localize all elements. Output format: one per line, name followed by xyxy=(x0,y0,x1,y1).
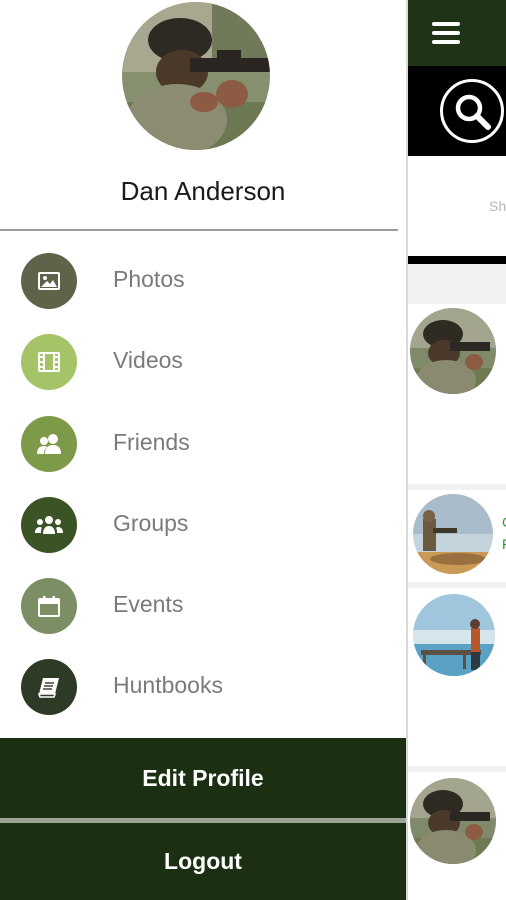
background-feed: Sh xyxy=(408,0,506,900)
post-avatar xyxy=(410,308,496,394)
book-icon xyxy=(21,659,77,716)
menu-item-photos[interactable]: Photos xyxy=(0,240,406,321)
drawer-menu: Photos Videos Friends Groups Events Hunt… xyxy=(0,240,406,728)
menu-item-label: Videos xyxy=(113,347,183,374)
groups-icon xyxy=(21,496,77,553)
edit-profile-button[interactable]: Edit Profile xyxy=(0,738,406,818)
menu-item-label: Photos xyxy=(113,266,185,292)
menu-item-huntbooks[interactable]: Huntbooks xyxy=(0,646,406,727)
profile-divider xyxy=(0,229,398,231)
menu-item-label: Huntbooks xyxy=(113,672,223,699)
photo-icon xyxy=(21,253,77,309)
hamburger-menu-icon[interactable] xyxy=(432,22,460,44)
feed-post[interactable]: C F xyxy=(408,490,506,582)
post-link-fragment[interactable]: F xyxy=(502,536,506,552)
profile-name: Dan Anderson xyxy=(120,176,286,206)
search-icon[interactable] xyxy=(440,79,504,143)
search-bar xyxy=(408,66,506,156)
logout-button[interactable]: Logout xyxy=(0,823,406,900)
film-icon xyxy=(21,334,77,391)
post-link-fragment[interactable]: C xyxy=(502,514,506,530)
menu-item-friends[interactable]: Friends xyxy=(0,403,406,484)
menu-item-videos[interactable]: Videos xyxy=(0,321,406,402)
friends-icon xyxy=(21,415,77,472)
sort-bar[interactable]: Sh xyxy=(408,156,506,256)
menu-item-groups[interactable]: Groups xyxy=(0,484,406,565)
menu-item-label: Groups xyxy=(113,509,189,536)
menu-item-label: Friends xyxy=(113,428,190,455)
navigation-drawer: Dan Anderson Photos Videos Friends Group… xyxy=(0,0,408,900)
post-avatar xyxy=(410,778,496,864)
profile-avatar[interactable] xyxy=(122,2,270,150)
divider xyxy=(408,256,506,264)
menu-item-events[interactable]: Events xyxy=(0,565,406,646)
menu-item-label: Events xyxy=(113,591,184,618)
sort-label: Sh xyxy=(489,198,506,214)
post-avatar xyxy=(413,494,493,574)
feed-post[interactable] xyxy=(408,772,506,900)
app-top-bar xyxy=(408,0,506,66)
calendar-icon xyxy=(21,578,77,635)
post-avatar xyxy=(413,594,495,676)
feed-post[interactable] xyxy=(408,588,506,766)
feed-post[interactable] xyxy=(408,304,506,484)
